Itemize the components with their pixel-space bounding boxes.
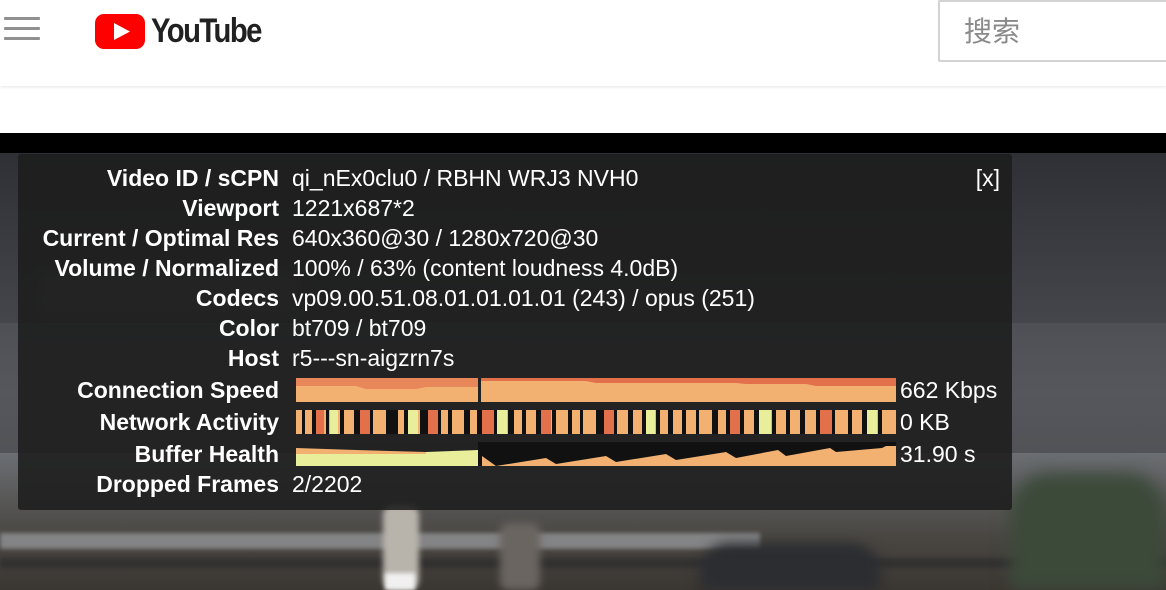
video-figure-legs <box>385 573 415 590</box>
video-object <box>700 543 880 590</box>
stat-label: Codecs <box>195 285 279 311</box>
video-railing-shadow <box>0 558 1166 568</box>
youtube-play-icon <box>95 13 145 49</box>
video-figure-2 <box>500 523 540 590</box>
stat-label: Buffer Health <box>134 441 279 467</box>
masthead: YouTube <box>0 0 1166 86</box>
stats-for-nerds-panel: [x] Video ID / sCPN qi_nEx0clu0 / RBHN W… <box>18 154 1012 510</box>
stat-label: Video ID / sCPN <box>106 165 279 191</box>
stat-value: 2/2202 <box>292 471 363 497</box>
connection-speed-value: 662 Kbps <box>900 377 998 403</box>
buffer-health-value: 31.90 s <box>900 441 976 467</box>
stat-label: Color <box>218 315 279 341</box>
stat-value: bt709 / bt709 <box>292 315 427 341</box>
stat-label: Network Activity <box>99 409 279 435</box>
stat-value: vp09.00.51.08.01.01.01.01 (243) / opus (… <box>292 285 755 311</box>
stat-value: 1221x687*2 <box>292 195 415 221</box>
hamburger-menu-icon[interactable] <box>0 13 44 47</box>
stat-label: Current / Optimal Res <box>42 225 279 251</box>
close-stats-button[interactable]: [x] <box>976 164 1000 192</box>
buffer-health-graph <box>296 442 896 466</box>
stat-value: qi_nEx0clu0 / RBHN WRJ3 NVH0 <box>292 165 639 191</box>
stat-value: r5---sn-aigzrn7s <box>292 345 455 371</box>
stat-label: Host <box>227 345 279 371</box>
network-activity-value: 0 KB <box>900 409 950 435</box>
stat-label: Connection Speed <box>77 377 279 403</box>
youtube-logo[interactable]: YouTube <box>95 12 279 50</box>
stat-label: Dropped Frames <box>96 471 279 497</box>
video-tree <box>1010 473 1166 590</box>
stat-value: 640x360@30 / 1280x720@30 <box>292 225 599 251</box>
video-railing <box>0 533 760 549</box>
connection-speed-graph <box>296 378 896 402</box>
search-input[interactable] <box>940 2 1166 60</box>
network-activity-graph <box>296 410 896 434</box>
stat-value: 100% / 63% (content loudness 4.0dB) <box>292 255 679 281</box>
stat-label: Viewport <box>182 195 279 221</box>
stat-label: Volume / Normalized <box>54 255 279 281</box>
search-box[interactable] <box>938 0 1166 62</box>
logo-wordmark: YouTube <box>151 12 262 50</box>
